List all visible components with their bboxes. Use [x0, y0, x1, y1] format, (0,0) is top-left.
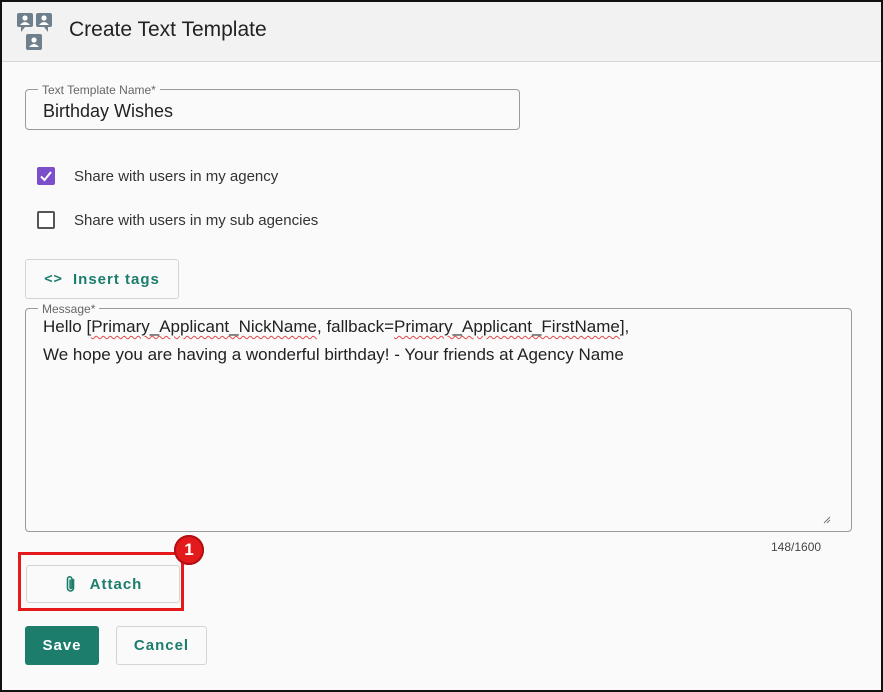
dialog-title: Create Text Template — [69, 18, 267, 41]
character-counter: 148/1600 — [771, 540, 822, 554]
message-label: Message* — [38, 302, 100, 316]
message-tag: Primary_Applicant_FirstName — [394, 317, 620, 336]
contacts-chat-icon — [17, 13, 52, 50]
message-tag: Primary_Applicant_NickName — [91, 317, 317, 336]
cancel-button[interactable]: Cancel — [116, 626, 207, 665]
message-text: ], — [619, 317, 630, 336]
share-sub-agencies-label[interactable]: Share with users in my sub agencies — [74, 212, 318, 229]
share-sub-agencies-checkbox[interactable] — [37, 211, 55, 229]
template-name-label: Text Template Name* — [38, 83, 160, 97]
save-button[interactable]: Save — [25, 626, 99, 665]
resize-handle-icon[interactable] — [821, 514, 831, 524]
checkmark-icon — [40, 171, 52, 182]
template-name-value[interactable]: Birthday Wishes — [43, 101, 173, 122]
share-agency-label[interactable]: Share with users in my agency — [74, 168, 278, 185]
message-line-1[interactable]: Hello [Primary_Applicant_NickName, fallb… — [43, 317, 629, 337]
dialog: Create Text Template Text Template Name*… — [0, 0, 883, 692]
message-text: Hello [ — [43, 317, 92, 336]
insert-tags-label: Insert tags — [73, 270, 160, 288]
code-brackets-icon: <> — [44, 271, 63, 287]
message-line-2[interactable]: We hope you are having a wonderful birth… — [43, 345, 624, 365]
dialog-header: Create Text Template — [2, 2, 881, 62]
annotation-badge: 1 — [174, 535, 204, 565]
message-text: , fallback= — [317, 317, 395, 336]
annotation-highlight-box — [18, 552, 184, 611]
insert-tags-button[interactable]: <> Insert tags — [25, 259, 179, 299]
share-agency-checkbox[interactable] — [37, 167, 55, 185]
message-textarea[interactable] — [25, 308, 852, 532]
